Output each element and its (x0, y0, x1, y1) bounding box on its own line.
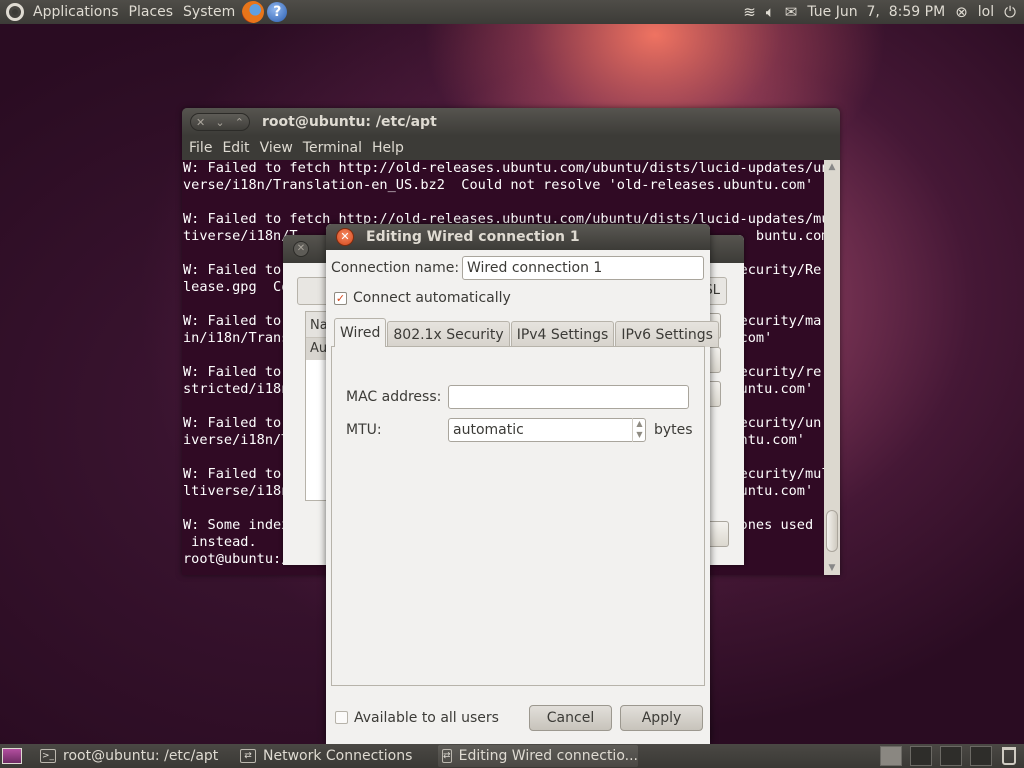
bottom-panel: >_ root@ubuntu: /etc/apt ⇄ Network Conne… (0, 744, 1024, 768)
available-all-users-label[interactable]: Available to all users (354, 710, 499, 726)
power-icon[interactable]: ⏻ (1004, 3, 1016, 21)
menu-places[interactable]: Places (124, 0, 179, 24)
mac-address-label: MAC address: (346, 389, 442, 405)
connection-name-input[interactable] (462, 256, 704, 280)
show-desktop-icon[interactable] (2, 748, 22, 764)
workspace-1[interactable] (880, 746, 902, 766)
cancel-button[interactable]: Cancel (529, 705, 612, 731)
available-all-users-checkbox[interactable] (335, 711, 348, 724)
workspace-2[interactable] (910, 746, 932, 766)
user-status-icon[interactable]: ⊗ (955, 3, 968, 21)
taskbar-item-label: Network Connections (263, 748, 413, 764)
close-icon[interactable]: ✕ (196, 116, 205, 129)
workspace-4[interactable] (970, 746, 992, 766)
terminal-scrollbar[interactable]: ▲ ▼ (824, 160, 840, 575)
scroll-down-icon[interactable]: ▼ (827, 563, 837, 573)
user-name[interactable]: lol (978, 4, 994, 20)
apply-button[interactable]: Apply (620, 705, 703, 731)
help-icon[interactable]: ? (267, 2, 288, 22)
trash-icon[interactable] (1002, 747, 1016, 765)
close-icon[interactable]: ✕ (336, 228, 354, 246)
mtu-spinner[interactable]: ▲▼ (448, 418, 646, 442)
clock[interactable]: Tue Jun 7, 8:59 PM (807, 4, 945, 20)
mac-address-input[interactable] (448, 385, 689, 409)
volume-icon[interactable]: 🔈︎ (766, 3, 775, 21)
top-panel: Applications Places System ? ≋ 🔈︎ ✉ Tue … (0, 0, 1024, 24)
firefox-icon[interactable] (242, 1, 265, 23)
ubuntu-logo-icon[interactable] (6, 3, 24, 21)
dialog-title: Editing Wired connection 1 (366, 229, 580, 245)
window-controls: ✕ ⌄ ⌃ (190, 113, 250, 131)
mtu-input[interactable] (448, 418, 646, 442)
connect-automatically-checkbox[interactable]: ✓ (334, 292, 347, 305)
close-icon[interactable]: ✕ (293, 241, 309, 257)
tab-ipv4-settings[interactable]: IPv4 Settings (510, 321, 615, 347)
settings-tabs: Wired 802.1x Security IPv4 Settings IPv6… (334, 318, 720, 347)
dialog-titlebar[interactable]: ✕ Editing Wired connection 1 (326, 224, 710, 250)
network-icon: ⇄ (240, 749, 256, 763)
minimize-icon[interactable]: ⌄ (215, 116, 224, 129)
connection-name-label: Connection name: (331, 260, 460, 276)
menu-terminal[interactable]: Terminal (298, 140, 367, 156)
terminal-titlebar[interactable]: ✕ ⌄ ⌃ root@ubuntu: /etc/apt (182, 108, 840, 136)
connect-automatically-label[interactable]: Connect automatically (353, 290, 511, 306)
menu-file[interactable]: File (184, 140, 217, 156)
menu-help[interactable]: Help (367, 140, 409, 156)
tab-wired[interactable]: Wired (334, 318, 387, 347)
scroll-thumb[interactable] (826, 510, 838, 552)
tab-ipv6-settings[interactable]: IPv6 Settings (615, 321, 719, 347)
taskbar-item-editing-wired[interactable]: ⇄ Editing Wired connectio... (438, 745, 638, 767)
taskbar-item-terminal[interactable]: >_ root@ubuntu: /etc/apt (36, 745, 232, 767)
network-wireless-icon[interactable]: ≋ (743, 3, 756, 21)
scroll-up-icon[interactable]: ▲ (827, 162, 837, 172)
network-icon: ⇄ (442, 749, 452, 763)
menu-view[interactable]: View (255, 140, 298, 156)
mtu-unit-label: bytes (654, 422, 693, 438)
mtu-label: MTU: (346, 422, 382, 438)
taskbar-item-label: root@ubuntu: /etc/apt (63, 748, 219, 764)
terminal-icon: >_ (40, 749, 56, 763)
system-tray: ≋ 🔈︎ ✉ Tue Jun 7, 8:59 PM ⊗ lol ⏻ (743, 3, 1024, 21)
spinner-arrows-icon[interactable]: ▲ ▼ (632, 418, 646, 442)
edit-connection-dialog: ✕ Editing Wired connection 1 Connection … (326, 224, 719, 744)
taskbar-item-label: Editing Wired connectio... (458, 748, 638, 764)
tab-802-1x-security[interactable]: 802.1x Security (387, 321, 510, 347)
terminal-menubar: File Edit View Terminal Help (182, 136, 840, 160)
maximize-icon[interactable]: ⌃ (235, 116, 244, 129)
wired-tab-panel: MAC address: MTU: ▲▼ bytes (331, 346, 705, 686)
menu-system[interactable]: System (178, 0, 240, 24)
mail-icon[interactable]: ✉ (785, 3, 798, 21)
taskbar-item-network-connections[interactable]: ⇄ Network Connections (236, 745, 434, 767)
workspace-3[interactable] (940, 746, 962, 766)
menu-applications[interactable]: Applications (28, 0, 124, 24)
menu-edit[interactable]: Edit (217, 140, 254, 156)
terminal-title: root@ubuntu: /etc/apt (262, 114, 437, 130)
